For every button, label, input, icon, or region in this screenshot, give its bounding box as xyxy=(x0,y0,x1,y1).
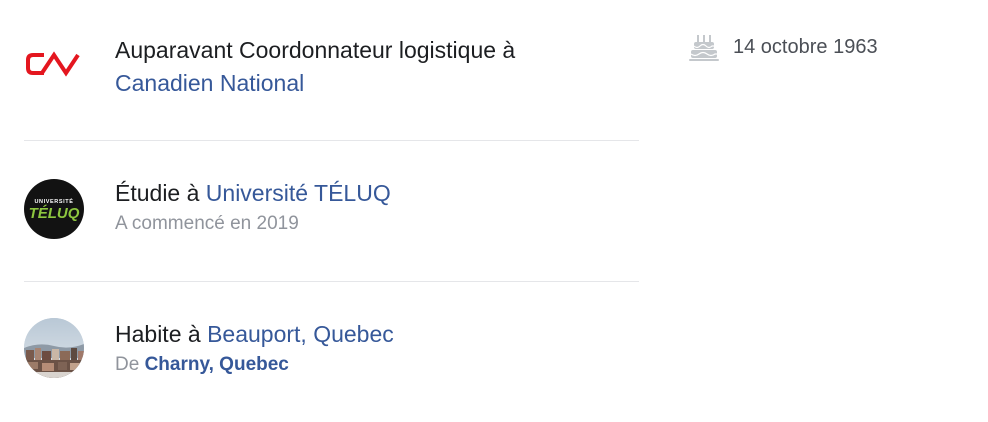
cn-logo-icon[interactable] xyxy=(24,34,84,94)
hometown-link[interactable]: Charny, Quebec xyxy=(145,354,289,375)
education-text: Étudie à Université TÉLUQ A commencé en … xyxy=(115,177,639,237)
education-entry: UNIVERSITÉ TÉLUQ Étudie à Université TÉL… xyxy=(24,141,639,282)
teluq-logo-small-text: UNIVERSITÉ xyxy=(34,197,73,205)
work-prefix: Auparavant Coordonnateur logistique à xyxy=(115,37,516,63)
birthday-entry: 14 octobre 1963 xyxy=(688,32,878,64)
location-text: Habite à Beauport, Quebec De Charny, Que… xyxy=(115,318,639,378)
work-entry: Auparavant Coordonnateur logistique à Ca… xyxy=(24,0,639,141)
location-entry: Habite à Beauport, Quebec De Charny, Que… xyxy=(24,282,639,422)
employer-link[interactable]: Canadien National xyxy=(115,70,304,96)
about-list: Auparavant Coordonnateur logistique à Ca… xyxy=(24,0,639,422)
birthday-date: 14 octobre 1963 xyxy=(733,36,878,58)
teluq-logo-main-text: TÉLUQ xyxy=(29,205,80,222)
birthday-cake-icon xyxy=(688,32,720,64)
hometown-prefix: De xyxy=(115,354,140,375)
city-photo-icon[interactable] xyxy=(24,318,84,378)
teluq-logo-icon[interactable]: UNIVERSITÉ TÉLUQ xyxy=(24,179,84,239)
education-prefix: Étudie à xyxy=(115,180,200,206)
education-start: A commencé en 2019 xyxy=(115,213,299,234)
school-link[interactable]: Université TÉLUQ xyxy=(206,180,391,206)
work-text: Auparavant Coordonnateur logistique à Ca… xyxy=(115,34,639,100)
current-city-link[interactable]: Beauport, Quebec xyxy=(207,321,394,347)
hometown-line: De Charny, Quebec xyxy=(115,352,639,378)
location-prefix: Habite à xyxy=(115,321,201,347)
